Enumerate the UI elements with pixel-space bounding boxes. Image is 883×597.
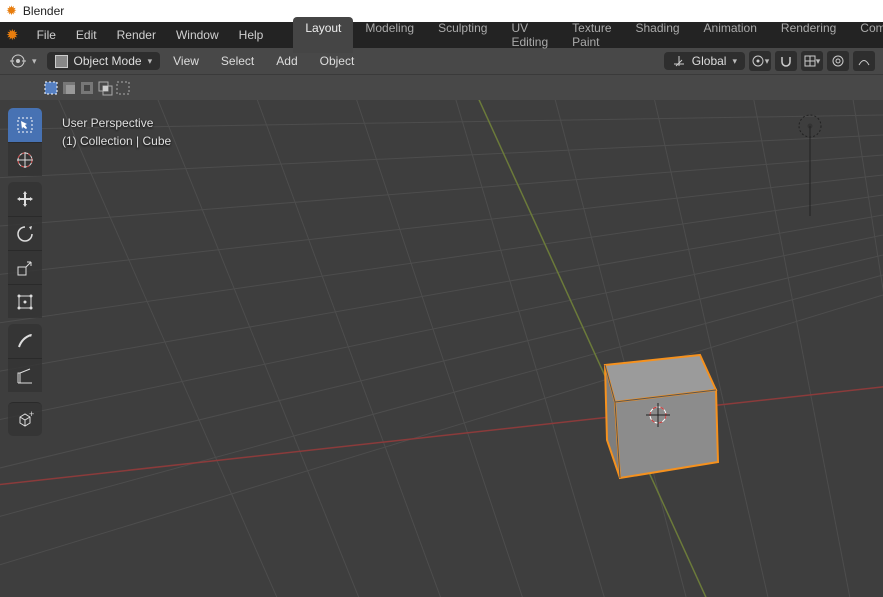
proportional-falloff[interactable] (853, 51, 875, 71)
menu-window[interactable]: Window (166, 28, 229, 42)
tool-transform[interactable] (8, 284, 42, 318)
orientation-label: Global (692, 54, 727, 68)
orientation-icon (672, 54, 686, 68)
snap-options[interactable]: ▾ (801, 51, 823, 71)
select-mode-row (0, 74, 883, 100)
tab-compositing[interactable]: Compositing (848, 17, 883, 53)
workspace-tabs: Layout Modeling Sculpting UV Editing Tex… (293, 17, 883, 53)
mode-label: Object Mode (74, 54, 142, 68)
tool-measure[interactable] (8, 358, 42, 392)
tool-rotate[interactable] (8, 216, 42, 250)
snap-toggle[interactable] (775, 51, 797, 71)
tab-sculpting[interactable]: Sculpting (426, 17, 499, 53)
blender-logo-icon: ✹ (6, 3, 17, 19)
select-subtract-icon[interactable] (78, 79, 96, 97)
tool-cursor[interactable] (8, 142, 42, 176)
select-intersect-icon[interactable] (96, 79, 114, 97)
grid (0, 100, 883, 597)
active-object-label: (1) Collection | Cube (62, 132, 171, 150)
x-axis (0, 385, 883, 490)
pivot-point-button[interactable]: ▾ (749, 51, 771, 71)
menu-select[interactable]: Select (212, 54, 263, 68)
menu-view[interactable]: View (164, 54, 208, 68)
tool-select-box[interactable] (8, 108, 42, 142)
perspective-label: User Perspective (62, 114, 171, 132)
blender-icon[interactable]: ✹ (6, 26, 19, 44)
menu-object[interactable]: Object (311, 54, 364, 68)
tool-move[interactable] (8, 182, 42, 216)
select-invert-icon[interactable] (114, 79, 132, 97)
tab-texture-paint[interactable]: Texture Paint (560, 17, 623, 53)
editor-type-icon[interactable] (8, 51, 28, 71)
tab-uv-editing[interactable]: UV Editing (499, 17, 560, 53)
select-rect-icon[interactable] (42, 79, 60, 97)
chevron-down-icon[interactable]: ▾ (32, 56, 37, 67)
default-cube[interactable] (605, 355, 718, 478)
tab-modeling[interactable]: Modeling (353, 17, 426, 53)
tab-shading[interactable]: Shading (624, 17, 692, 53)
menu-edit[interactable]: Edit (66, 28, 107, 42)
tool-scale[interactable] (8, 250, 42, 284)
menubar: ✹ File Edit Render Window Help Layout Mo… (0, 22, 883, 48)
menu-file[interactable]: File (27, 28, 66, 42)
transform-orientation[interactable]: Global ▾ (664, 52, 745, 70)
chevron-down-icon: ▾ (732, 56, 737, 67)
light-object[interactable] (799, 115, 821, 216)
y-axis (470, 100, 730, 597)
tool-annotate[interactable] (8, 324, 42, 358)
proportional-edit-toggle[interactable] (827, 51, 849, 71)
3d-viewport[interactable]: User Perspective (1) Collection | Cube (0, 100, 883, 597)
object-mode-icon (55, 55, 68, 68)
scene-canvas (0, 100, 883, 597)
menu-render[interactable]: Render (107, 28, 166, 42)
app-title: Blender (23, 4, 64, 18)
tool-add-cube[interactable]: + (8, 402, 42, 436)
chevron-down-icon: ▾ (148, 56, 153, 67)
tab-rendering[interactable]: Rendering (769, 17, 848, 53)
mode-selector[interactable]: Object Mode ▾ (47, 52, 161, 70)
select-extend-icon[interactable] (60, 79, 78, 97)
toolbar: + (8, 108, 42, 436)
tab-animation[interactable]: Animation (692, 17, 769, 53)
menu-help[interactable]: Help (229, 28, 274, 42)
viewport-overlay-text: User Perspective (1) Collection | Cube (62, 114, 171, 150)
tab-layout[interactable]: Layout (293, 17, 353, 53)
svg-text:+: + (29, 410, 34, 419)
menu-add[interactable]: Add (267, 54, 306, 68)
